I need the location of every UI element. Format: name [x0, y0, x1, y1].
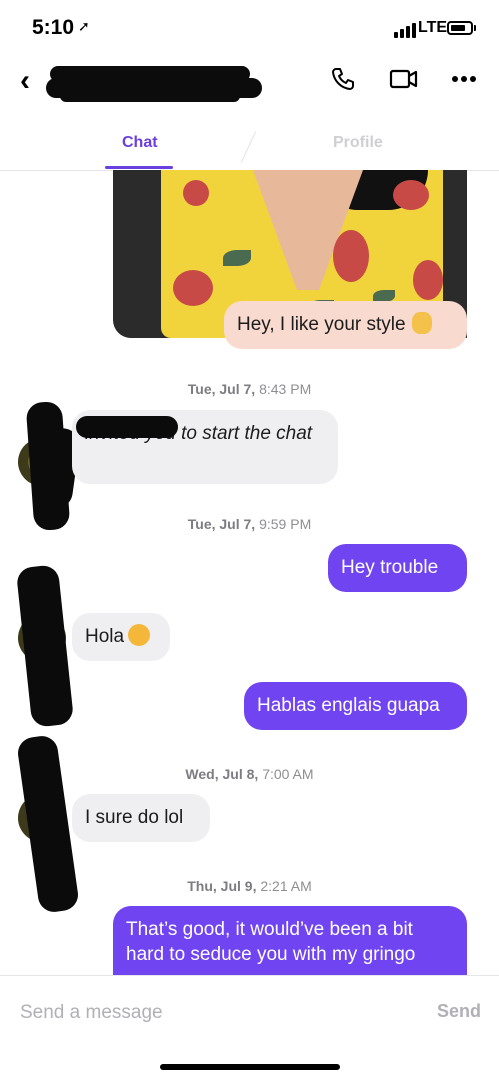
phone-icon[interactable]	[330, 66, 356, 97]
more-icon[interactable]	[451, 70, 477, 88]
message-list[interactable]: Hey, I like your style Tue, Jul 7, 8:43 …	[0, 170, 499, 975]
message-text: Hey, I like your style	[237, 314, 406, 335]
message-text: Hablas englais guapa	[257, 695, 440, 716]
network-label: LTE	[418, 19, 448, 36]
contact-name-redacted	[46, 60, 266, 106]
tab-chat[interactable]: Chat	[122, 134, 158, 152]
ok-hand-emoji-icon	[411, 312, 432, 334]
back-chevron-icon[interactable]: ‹	[20, 64, 30, 98]
location-arrow-icon: ➚	[78, 18, 90, 34]
message-bubble-outgoing[interactable]: That’s good, it would’ve been a bit hard…	[113, 906, 467, 975]
message-bubble-incoming[interactable]: I sure do lol	[72, 794, 210, 842]
redaction-scribble	[15, 564, 75, 728]
tab-profile[interactable]: Profile	[333, 134, 383, 152]
home-indicator[interactable]	[160, 1064, 340, 1070]
status-bar: 5:10 ➚ LTE	[0, 0, 499, 56]
message-text: Hola	[85, 626, 125, 647]
timestamp: Tue, Jul 7, 8:43 PM	[187, 381, 312, 397]
message-bubble-outgoing[interactable]: Hey trouble	[328, 544, 467, 592]
timestamp: Tue, Jul 7, 9:59 PM	[187, 516, 312, 532]
message-text: Hey trouble	[341, 557, 439, 578]
chat-profile-tabs: Chat Profile	[0, 122, 499, 171]
message-composer: Send a message Send	[0, 975, 499, 1050]
video-camera-icon[interactable]	[389, 66, 419, 97]
message-bubble-outgoing[interactable]: Hablas englais guapa	[244, 682, 467, 730]
message-text: That’s good, it would’ve been a bit hard…	[126, 919, 416, 965]
hugging-face-emoji-icon	[128, 624, 151, 646]
timestamp: Thu, Jul 9, 2:21 AM	[187, 878, 312, 894]
battery-icon	[447, 21, 473, 35]
status-time: 5:10	[32, 16, 75, 39]
message-bubble-outgoing[interactable]: Hey, I like your style	[224, 301, 467, 349]
active-tab-indicator	[105, 166, 173, 169]
message-text: I sure do lol	[85, 807, 184, 828]
timestamp: Wed, Jul 8, 7:00 AM	[185, 766, 314, 782]
message-bubble-incoming[interactable]: Hola	[72, 613, 170, 661]
chat-header: ‹	[0, 56, 499, 108]
send-button[interactable]: Send	[437, 1001, 481, 1022]
message-input[interactable]: Send a message	[20, 1002, 163, 1024]
redaction-scribble	[76, 416, 178, 438]
